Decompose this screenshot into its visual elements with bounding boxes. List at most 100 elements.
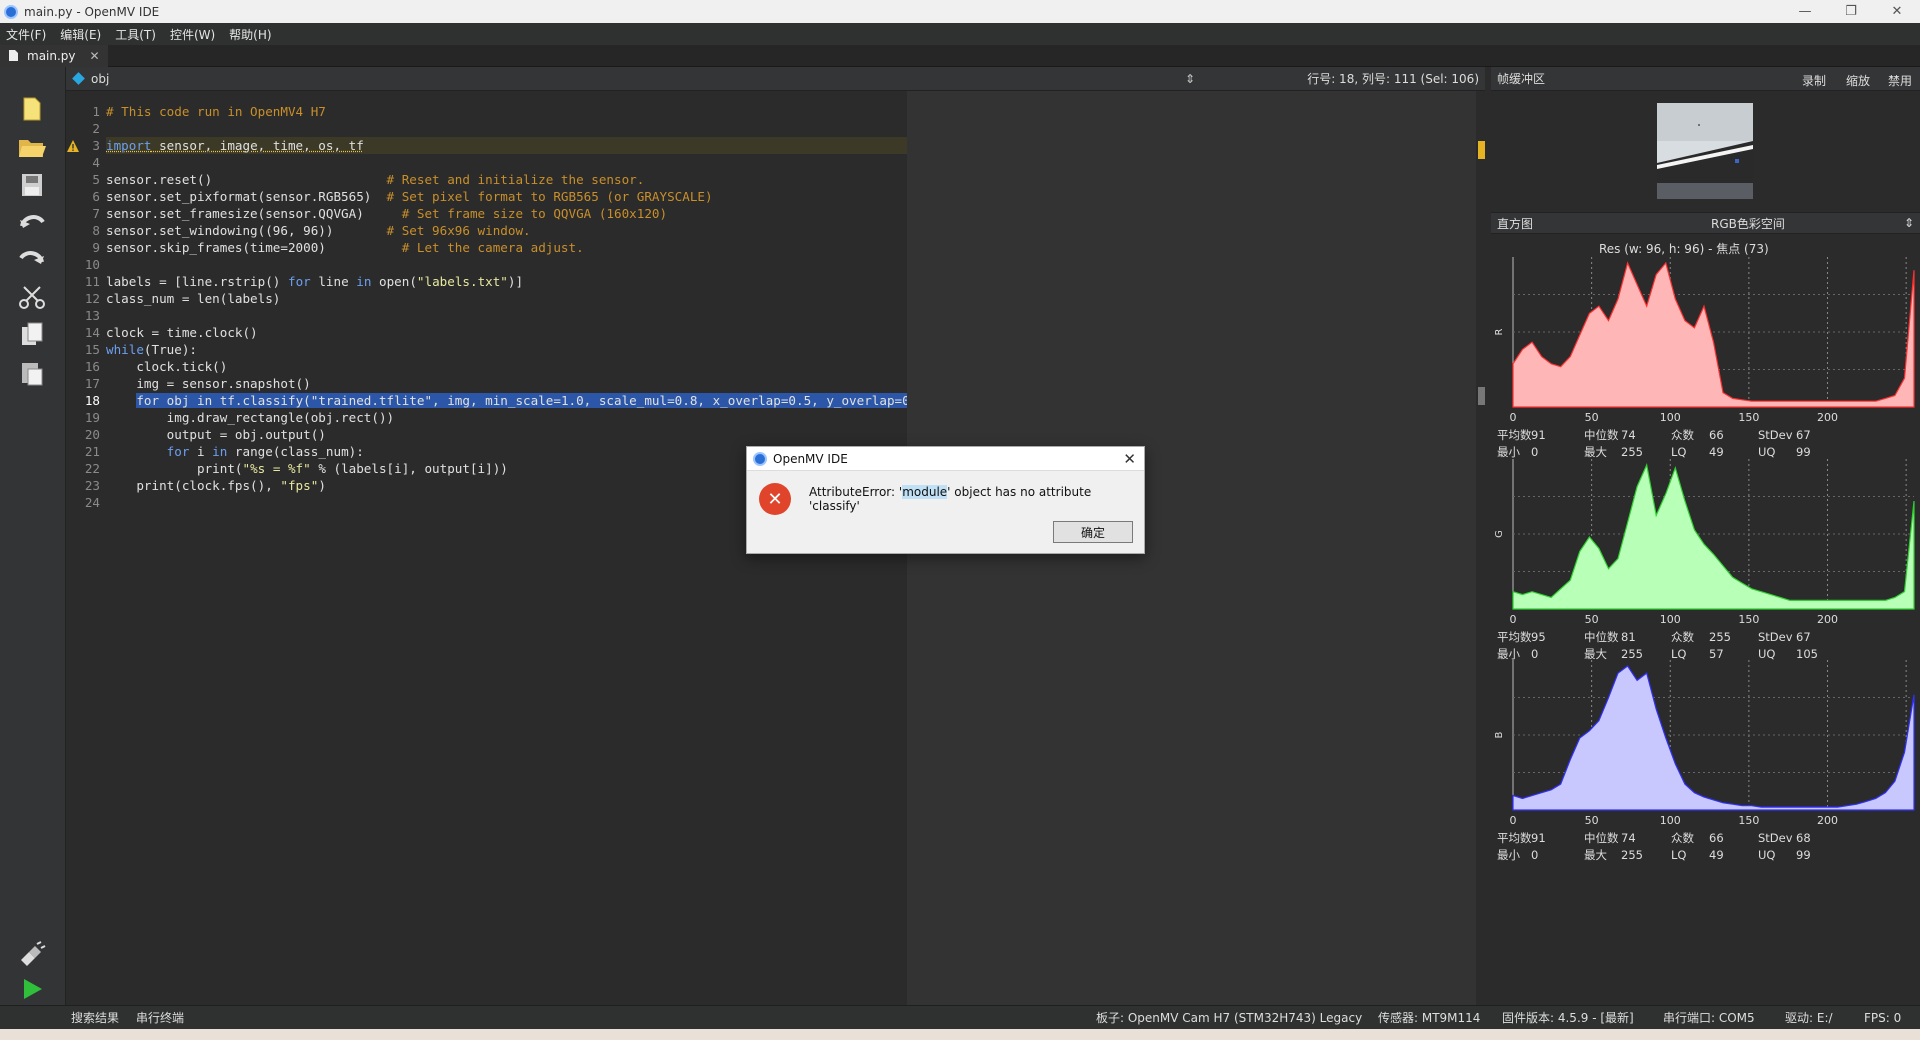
code-token: class_num = len(labels) [106,291,281,306]
serial-terminal-button[interactable]: 串行终端 [136,1009,184,1026]
colorspace-select[interactable]: RGB色彩空间 [1711,215,1785,232]
framebuffer-view [1491,91,1920,211]
line-number: 11 [84,274,100,289]
dialog-title: OpenMV IDE [773,451,848,466]
minimize-button[interactable]: — [1782,0,1828,23]
code-token: output = obj.output() [106,427,326,442]
code-line: clock.tick() [106,358,227,375]
connect-button[interactable] [14,937,50,969]
symbol-icon [72,72,85,85]
dialog-close-button[interactable]: ✕ [1123,450,1136,468]
code-token: sensor.set_windowing((96, 96)) [106,223,334,238]
stat-value: 99 [1796,445,1811,459]
paste-icon [22,363,43,386]
new-file-button[interactable] [14,93,50,125]
code-token: for obj in tf.classify("trained.tflite",… [136,393,941,408]
board-info: 板子: OpenMV Cam H7 (STM32H743) Legacy [1096,1011,1363,1025]
code-token: in [212,444,228,459]
menu-tools[interactable]: 工具(T) [115,26,156,43]
code-token: # Set 96x96 window. [333,223,531,238]
line-number: 23 [84,478,100,493]
stat-value: 49 [1709,848,1724,862]
tick-label: 0 [1510,613,1517,626]
stat-value: 66 [1709,831,1724,845]
code-line: sensor.skip_frames(time=2000) # Let the … [106,239,584,256]
stat-label: 平均数 [1497,831,1532,845]
menu-edit[interactable]: 编辑(E) [60,26,101,43]
code-token: ) [318,478,326,493]
stat-value: 57 [1709,647,1724,661]
paste-button[interactable] [14,357,50,389]
stat-value: 105 [1796,647,1818,661]
camera-frame-image [1657,103,1753,199]
menu-help[interactable]: 帮助(H) [229,26,271,43]
close-window-button[interactable]: ✕ [1874,0,1920,23]
line-number: 8 [92,223,100,238]
framebuffer-header: 帧缓冲区 录制 缩放 禁用 [1491,67,1920,91]
stat-value: 91 [1531,831,1546,845]
menu-file[interactable]: 文件(F) [6,26,46,43]
zoom-button[interactable]: 缩放 [1846,72,1870,89]
undo-button[interactable] [14,207,50,239]
code-line: clock = time.clock() [106,324,258,341]
sensor-info: 传感器: MT9M114 [1378,1011,1481,1025]
scroll-thumb[interactable] [1478,387,1485,405]
code-token: i [189,444,213,459]
stat-value: 68 [1796,831,1811,845]
code-token: "labels.txt" [416,274,508,289]
line-number: 20 [84,427,100,442]
stat-value: 81 [1621,630,1636,644]
tick-label: 150 [1738,814,1759,827]
stat-label: 中位数 [1584,831,1619,845]
stat-label: UQ [1758,848,1775,862]
code-token: # Reset and initialize the sensor. [212,172,645,187]
code-line: labels = [line.rstrip() for line in open… [106,273,523,290]
code-line: # This code run in OpenMV4 H7 [106,103,326,120]
stat-value: 95 [1531,630,1546,644]
tick-label: 100 [1660,613,1681,626]
record-button[interactable]: 录制 [1802,72,1826,89]
copy-icon [22,322,43,345]
save-button[interactable] [14,169,50,201]
left-toolbar [0,67,66,1005]
stat-label: 最小 [1497,647,1520,661]
redo-button[interactable] [14,243,50,275]
status-bar: 搜索结果 串行终端 板子: OpenMV Cam H7 (STM32H743) … [0,1005,1920,1029]
code-token: labels = [line.rstrip() [106,274,288,289]
disable-button[interactable]: 禁用 [1888,72,1912,89]
copy-button[interactable] [14,319,50,351]
drive-info[interactable]: 驱动: E:/ [1785,1009,1833,1026]
channel-label: R [1494,328,1505,335]
code-token: # Set pixel format to RGB565 (or GRAYSCA… [371,189,713,204]
code-token: clock.tick() [106,359,228,374]
close-tab-icon[interactable]: ✕ [90,49,100,63]
histogram-label: 直方图 [1497,216,1534,231]
tab-label: main.py [27,48,76,63]
line-number: 6 [92,189,100,204]
scissors-icon [19,286,45,309]
spin-arrows-icon[interactable]: ⇕ [1185,72,1195,86]
stat-label: UQ [1758,445,1775,459]
editor-scrollbar[interactable] [1476,91,1486,1005]
stat-value: 255 [1709,630,1731,644]
search-results-button[interactable]: 搜索结果 [71,1009,119,1026]
code-token: sensor, image, time, os, tf [151,138,364,153]
open-folder-icon [19,140,46,157]
stat-value: 74 [1621,831,1636,845]
cut-button[interactable] [14,281,50,313]
open-file-button[interactable] [14,131,50,163]
stat-label: 众数 [1671,630,1694,644]
menu-widgets[interactable]: 控件(W) [170,26,215,43]
run-play-icon [24,979,42,999]
file-icon [9,50,18,61]
ok-button[interactable]: 确定 [1053,521,1133,543]
line-number: 14 [84,325,100,340]
serial-port-info[interactable]: 串行端口: COM5 [1663,1009,1755,1026]
symbol-selector[interactable]: obj [72,72,109,86]
tab-main-py[interactable]: main.py ✕ [0,44,108,67]
colorspace-arrows-icon[interactable]: ⇕ [1904,216,1914,230]
firmware-info[interactable]: 固件版本: 4.5.9 - [最新] [1502,1009,1634,1026]
run-button[interactable] [14,973,50,1005]
maximize-button[interactable]: ❐ [1828,0,1874,23]
error-message: AttributeError: 'module' object has no a… [809,485,1144,513]
